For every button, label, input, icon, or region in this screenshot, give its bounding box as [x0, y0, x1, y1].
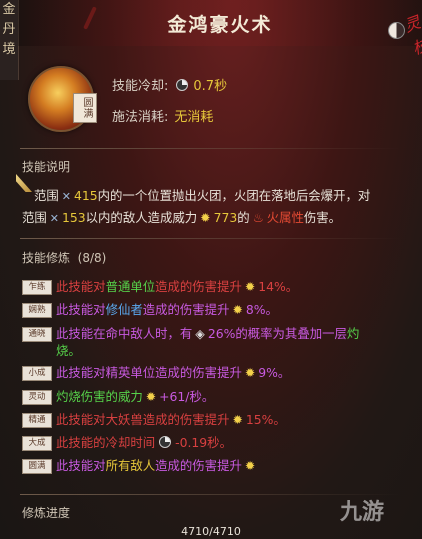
progress-value: 4710/4710 — [181, 525, 241, 538]
skill-rank-badge: 圆满 — [73, 93, 97, 123]
range-icon: ✕ — [49, 212, 59, 225]
divider — [20, 238, 400, 239]
training-tag: 通晓 — [22, 327, 52, 342]
cost-label: 施法消耗: — [112, 110, 169, 125]
yin-yang-icon — [388, 22, 405, 39]
realm-char: 丹 — [2, 22, 16, 37]
power-icon: ✹ — [145, 389, 157, 404]
cost-value: 无消耗 — [174, 110, 214, 125]
training-tag: 精通 — [22, 413, 52, 428]
training-tag: 圆满 — [22, 459, 52, 474]
fire-icon: ♨ — [252, 210, 264, 225]
realm-char: 金 — [2, 2, 16, 17]
description-header: 技能说明 — [22, 160, 71, 174]
cooldown-value: 0.7秒 — [193, 79, 228, 94]
cooldown-stat: 技能冷却: 0.7秒 — [112, 75, 227, 94]
clock-icon — [159, 436, 172, 448]
skill-detail-panel: 金 丹 境 金鸿豪火术 灵枝 圆满 技能冷却: 0.7秒 施法消耗: 无消耗 技能说… — [0, 0, 422, 539]
watermark: 九游 — [340, 500, 385, 525]
training-tag: 小成 — [22, 366, 52, 381]
training-tag: 灵动 — [22, 390, 52, 405]
skill-header: 金鸿豪火术 灵枝 — [18, 0, 422, 58]
skill-title: 金鸿豪火术 — [167, 14, 273, 36]
feather-icon — [16, 174, 32, 192]
training-tag: 乍练 — [22, 280, 52, 295]
cooldown-label: 技能冷却: — [112, 79, 169, 94]
probability-icon: ◈ — [195, 326, 205, 341]
range-icon: ✕ — [61, 190, 71, 203]
training-tag: 大成 — [22, 436, 52, 451]
training-header: 技能修炼 (8/8) — [22, 251, 107, 265]
divider — [20, 148, 400, 149]
realm-tab[interactable]: 金 丹 境 — [0, 0, 19, 80]
description-line-2: 范围 ✕ 153以内的敌人造成威力 ✹ 773的 ♨ 火属性伤害。 — [22, 210, 342, 225]
power-icon: ✹ — [200, 210, 211, 225]
power-icon: ✹ — [232, 302, 243, 317]
clock-icon — [176, 79, 189, 91]
power-icon: ✹ — [232, 412, 243, 427]
progress-label: 修炼进度 — [22, 506, 71, 520]
power-icon: ✹ — [244, 279, 256, 294]
training-tag: 娴熟 — [22, 303, 52, 318]
realm-char: 境 — [2, 42, 16, 57]
cost-stat: 施法消耗: 无消耗 — [112, 106, 213, 125]
power-icon: ✹ — [244, 458, 256, 473]
description-line-1: 范围 ✕ 415内的一个位置抛出火团，火团在落地后会爆开，对 — [34, 188, 371, 203]
power-icon: ✹ — [244, 365, 256, 380]
